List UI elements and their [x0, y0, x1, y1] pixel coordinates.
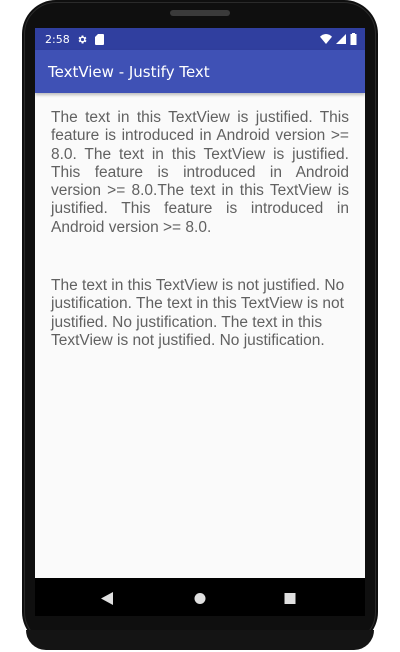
status-bar: 2:58 — [35, 28, 365, 50]
status-right — [320, 33, 357, 45]
gear-icon — [77, 34, 88, 45]
app-title: TextView - Justify Text — [48, 62, 210, 81]
unjustified-textview: The text in this TextView is not justifi… — [51, 277, 345, 349]
phone-bottom — [26, 630, 374, 650]
justified-textview: The text in this TextView is justified. … — [51, 109, 349, 236]
sd-card-icon — [94, 33, 104, 45]
cellular-signal-icon — [336, 34, 346, 44]
wifi-icon — [320, 34, 332, 44]
status-time: 2:58 — [45, 32, 70, 46]
back-icon[interactable] — [101, 590, 113, 609]
device-screen: 2:58 TextView - Justify Text The text in… — [35, 28, 365, 578]
battery-icon — [350, 33, 357, 45]
home-icon[interactable] — [194, 590, 206, 609]
recents-icon[interactable] — [284, 590, 296, 609]
speaker-grille — [170, 10, 230, 16]
navigation-bar — [35, 578, 365, 616]
status-left: 2:58 — [45, 33, 104, 46]
app-bar: TextView - Justify Text — [35, 50, 365, 93]
content-area: The text in this TextView is justified. … — [35, 93, 365, 350]
